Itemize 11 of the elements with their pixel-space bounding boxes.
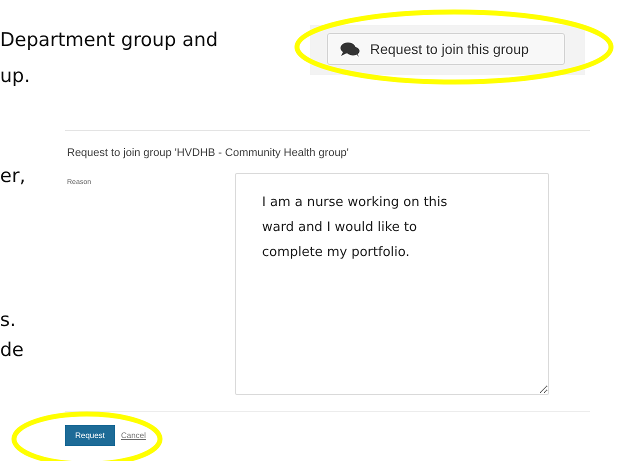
cancel-link[interactable]: Cancel	[121, 431, 146, 440]
document-text: er,	[0, 165, 27, 187]
document-text: s.	[0, 309, 17, 331]
reason-field[interactable]: I am a nurse working on this ward and I would like to complete my portfolio.	[235, 173, 549, 395]
document-text: de	[0, 339, 25, 361]
document-text: Department group and	[0, 28, 219, 53]
document-text: up.	[0, 64, 32, 89]
request-join-button[interactable]: Request to join this group	[327, 33, 565, 65]
chat-bubbles-icon	[340, 42, 360, 56]
request-button[interactable]: Request	[65, 425, 115, 446]
form-title: Request to join group 'HVDHB - Community Health group'	[67, 147, 350, 159]
